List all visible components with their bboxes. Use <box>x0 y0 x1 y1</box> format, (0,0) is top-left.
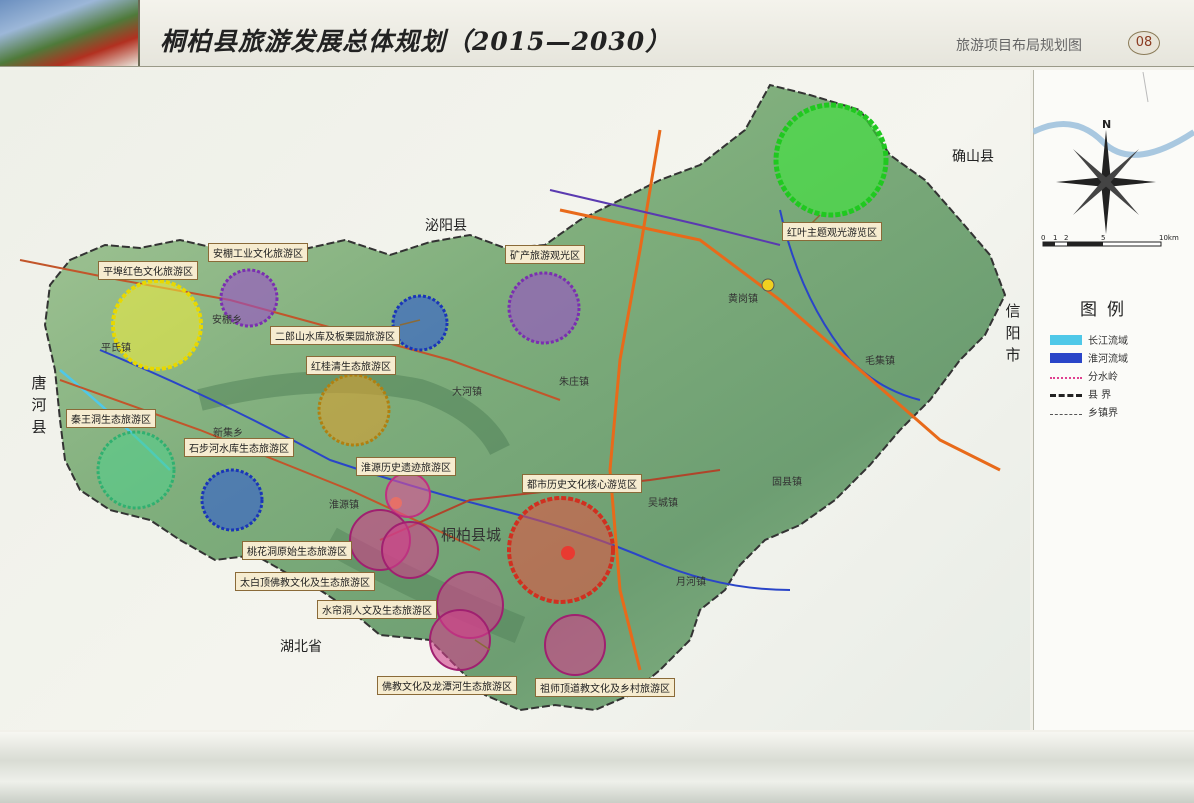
zone-circle-qinwangdong <box>96 430 176 510</box>
scale-tick-5: 5 <box>1101 234 1105 242</box>
yangtze-swatch-icon <box>1050 334 1082 345</box>
zone-label-pingbu: 平埠红色文化旅游区 <box>98 261 198 280</box>
compass-rose-icon <box>1056 130 1156 234</box>
header: 桐柏县旅游发展总体规划（2015—2030） 旅游项目布局规划图 08 <box>0 0 1194 67</box>
region-queshan: 确山县 <box>952 149 994 165</box>
zone-label-shuiliandong: 水帘洞人文及生态旅游区 <box>317 600 437 619</box>
town-county-seat: 桐柏县城 <box>441 526 502 544</box>
zone-label-zushiding: 祖师顶道教文化及乡村旅游区 <box>535 678 675 697</box>
legend-item-county-border: 县 界 <box>1050 386 1111 401</box>
town-anpeng: 安棚乡 <box>212 315 242 326</box>
zone-label-shibuhe: 石步河水库生态旅游区 <box>184 438 294 457</box>
zone-circle-longtanhe <box>429 609 491 671</box>
zone-label-taohuadong: 桃花洞原始生态旅游区 <box>242 541 352 560</box>
zone-label-longtanhe: 佛教文化及龙潭河生态旅游区 <box>377 676 517 695</box>
town-guxian: 固县镇 <box>772 477 802 488</box>
town-zhuzhuang: 朱庄镇 <box>559 377 589 388</box>
town-dahe: 大河镇 <box>452 387 482 398</box>
zone-label-qinwangdong: 秦王洞生态旅游区 <box>66 409 156 428</box>
legend-title: 图例 <box>1080 300 1134 320</box>
zone-circle-hongguiqing <box>317 373 391 447</box>
zone-circle-pingbu <box>111 279 203 371</box>
map-subtitle: 旅游项目布局规划图 <box>956 38 1082 54</box>
zone-label-huaiyuan: 淮源历史遗迹旅游区 <box>356 457 456 476</box>
watershed-line-icon <box>1050 372 1082 379</box>
town-maoji: 毛集镇 <box>865 356 895 367</box>
region-tanghe: 唐河县 <box>31 374 47 436</box>
scale-tick-2: 2 <box>1064 234 1068 242</box>
zone-label-erlangshan: 二郎山水库及板栗园旅游区 <box>270 326 400 345</box>
county-map <box>19 83 1007 712</box>
town-huanggang: 黄岗镇 <box>728 294 758 305</box>
legend-item-town-border: 乡镇界 <box>1050 404 1118 419</box>
huaihe-swatch-icon <box>1050 352 1082 363</box>
zone-label-taibai: 太白顶佛教文化及生态旅游区 <box>235 572 375 591</box>
region-hubei: 湖北省 <box>280 639 322 655</box>
zone-label-anpeng: 安棚工业文化旅游区 <box>208 243 308 262</box>
zone-circle-huaiyuan <box>385 472 431 518</box>
town-pingshi: 平氏镇 <box>101 343 131 354</box>
town-border-line-icon <box>1050 409 1082 415</box>
county-border-line-icon <box>1050 390 1082 397</box>
town-huaiyuan: 淮源镇 <box>329 500 359 511</box>
zone-label-kuangchan: 矿产旅游观光区 <box>505 245 585 264</box>
zone-circle-dushi <box>507 496 615 604</box>
region-xinyang: 信阳市 <box>1005 302 1021 364</box>
town-yuehe: 月河镇 <box>676 577 706 588</box>
zone-circle-taibai <box>381 521 439 579</box>
footer-landscape <box>0 732 1194 803</box>
scale-tick-10: 10km <box>1159 234 1179 242</box>
zone-label-dushi: 都市历史文化核心游览区 <box>522 474 642 493</box>
zone-label-hongye: 红叶主题观光游览区 <box>782 222 882 241</box>
zone-circle-shibuhe <box>200 468 264 532</box>
legend-item-yangtze: 长江流域 <box>1050 332 1128 347</box>
scale-tick-1: 1 <box>1053 234 1057 242</box>
zone-circle-erlangshan <box>391 294 449 352</box>
locator-minimap: N 0 1 2 5 10km <box>1033 72 1194 247</box>
page-title: 桐柏县旅游发展总体规划（2015—2030） <box>160 27 672 56</box>
legend-item-huaihe: 淮河流域 <box>1050 350 1128 365</box>
zone-circle-hongye <box>773 102 889 218</box>
header-photo <box>0 0 140 66</box>
scale-tick-0: 0 <box>1041 234 1045 242</box>
zone-circle-kuangchan <box>507 271 581 345</box>
page-number-badge: 08 <box>1128 31 1160 55</box>
town-xinji: 新集乡 <box>213 428 243 439</box>
town-wucheng: 吴城镇 <box>648 498 678 509</box>
legend-item-watershed: 分水岭 <box>1050 368 1118 383</box>
zone-label-hongguiqing: 红桂清生态旅游区 <box>306 356 396 375</box>
compass-north-label: N <box>1102 118 1111 131</box>
zone-circle-zushiding <box>544 614 606 676</box>
region-biyang: 泌阳县 <box>425 218 467 234</box>
